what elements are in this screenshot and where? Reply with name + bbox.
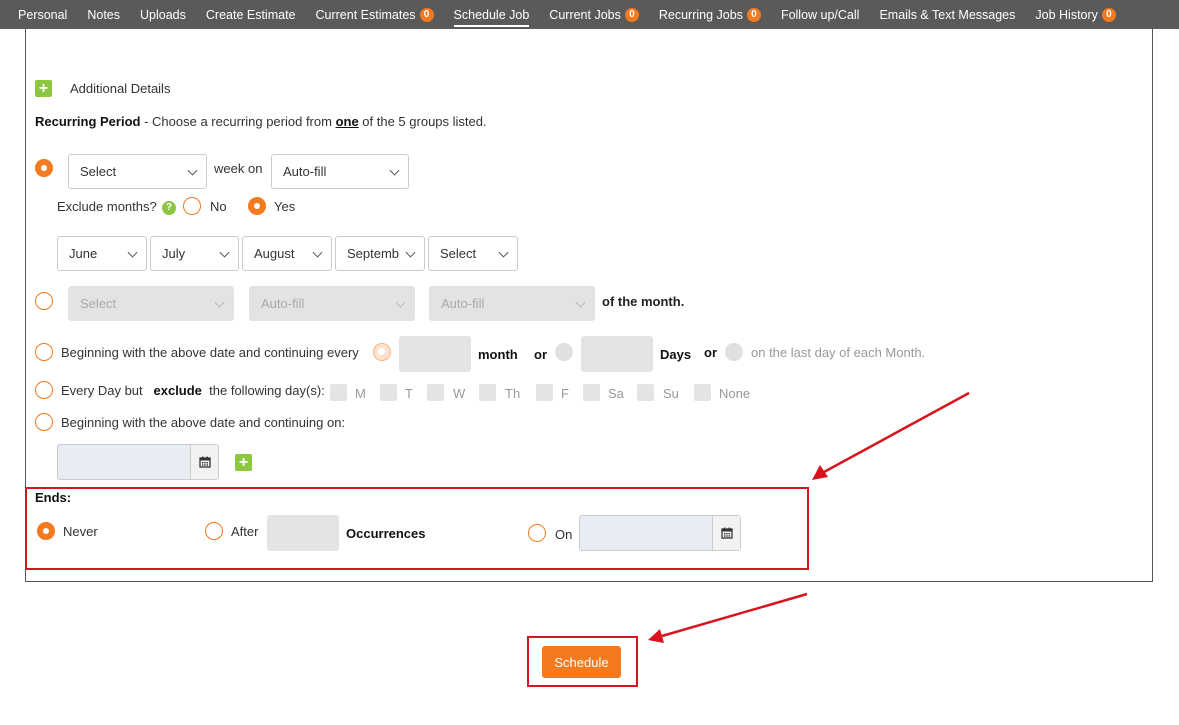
page: Personal Notes Uploads Create Estimate C…	[0, 0, 1179, 725]
annotation-arrows	[648, 391, 970, 643]
arrow-to-schedule	[648, 592, 808, 643]
arrow-to-ends	[812, 391, 970, 480]
